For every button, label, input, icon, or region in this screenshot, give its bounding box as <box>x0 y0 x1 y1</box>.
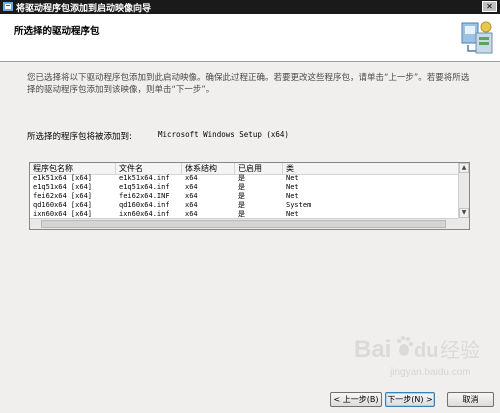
cell-enabled: 是 <box>238 201 245 209</box>
destination-label: 所选择的程序包将被添加到: <box>27 132 132 142</box>
title-bar: 将驱动程序包添加到启动映像向导 ✕ <box>0 0 500 14</box>
column-header-architecture[interactable]: 体系结构 <box>182 163 235 174</box>
column-header-class[interactable]: 类 <box>283 163 460 174</box>
horizontal-scroll-thumb[interactable] <box>41 220 446 228</box>
destination-value: Microsoft Windows Setup (x64) <box>158 130 289 139</box>
back-button[interactable]: < 上一步(B) <box>330 392 382 407</box>
wizard-body: 您已选择将以下驱动程序包添加到此启动映像。确保此过程正确。若要更改这些程序包，请… <box>0 62 500 413</box>
page-title: 所选择的驱动程序包 <box>14 26 100 37</box>
cell-class: Net <box>286 174 299 182</box>
cell-architecture: x64 <box>185 192 198 200</box>
cell-architecture: x64 <box>185 201 198 209</box>
table-row[interactable]: fei62x64 [x64] fei62x64.INF x64 是 Net <box>30 192 460 201</box>
cell-file-name: e1q51x64.inf <box>119 183 170 191</box>
column-header-enabled[interactable]: 已启用 <box>235 163 283 174</box>
close-icon: ✕ <box>486 2 493 11</box>
column-header-file-name[interactable]: 文件名 <box>116 163 182 174</box>
cell-class: System <box>286 201 312 209</box>
scroll-down-icon[interactable]: ▼ <box>459 208 469 218</box>
cell-file-name: qd160x64.inf <box>119 201 170 209</box>
cell-file-name: e1k51x64.inf <box>119 174 170 182</box>
watermark-brand-suffix: du <box>414 340 438 362</box>
cell-enabled: 是 <box>238 192 245 200</box>
app-icon <box>3 2 13 11</box>
cell-architecture: x64 <box>185 174 198 182</box>
scroll-corner <box>458 218 469 229</box>
watermark-cn: 经验 <box>440 338 480 362</box>
cell-package-name: e1k51x64 [x64] <box>33 174 93 182</box>
cell-class: Net <box>286 183 299 191</box>
next-button[interactable]: 下一步(N) > <box>385 392 435 407</box>
table-row[interactable]: e1q51x64 [x64] e1q51x64.inf x64 是 Net <box>30 183 460 192</box>
close-button[interactable]: ✕ <box>482 1 497 12</box>
cell-architecture: x64 <box>185 183 198 191</box>
intro-text: 您已选择将以下驱动程序包添加到此启动映像。确保此过程正确。若要更改这些程序包，请… <box>27 73 470 95</box>
vertical-scrollbar[interactable]: ▲ ▼ <box>458 163 469 218</box>
baidu-watermark: Bai du 经验 jingyan.baidu.com <box>354 336 480 378</box>
window-title: 将驱动程序包添加到启动映像向导 <box>16 4 152 14</box>
wizard-header: 所选择的驱动程序包 <box>0 14 500 62</box>
cell-package-name: qd160x64 [x64] <box>33 201 93 209</box>
cell-enabled: 是 <box>238 183 245 191</box>
table-row[interactable]: e1k51x64 [x64] e1k51x64.inf x64 是 Net <box>30 174 460 183</box>
cell-enabled: 是 <box>238 174 245 182</box>
cell-package-name: fei62x64 [x64] <box>33 192 93 200</box>
watermark-brand: Bai <box>354 336 391 363</box>
watermark-url: jingyan.baidu.com <box>389 367 471 378</box>
scroll-up-icon[interactable]: ▲ <box>459 163 469 173</box>
cell-class: Net <box>286 192 299 200</box>
table-row[interactable]: qd160x64 [x64] qd160x64.inf x64 是 System <box>30 201 460 210</box>
wizard-graphic-icon <box>461 21 493 54</box>
driver-package-list[interactable]: 程序包名称 文件名 体系结构 已启用 类 e1k51x64 [x64] e1k5… <box>29 162 470 230</box>
cell-package-name: e1q51x64 [x64] <box>33 183 93 191</box>
paw-icon <box>397 336 413 356</box>
column-header-package-name[interactable]: 程序包名称 <box>30 163 116 174</box>
cancel-button[interactable]: 取消 <box>447 392 494 407</box>
cell-file-name: fei62x64.INF <box>119 192 170 200</box>
horizontal-scrollbar[interactable] <box>30 218 460 229</box>
